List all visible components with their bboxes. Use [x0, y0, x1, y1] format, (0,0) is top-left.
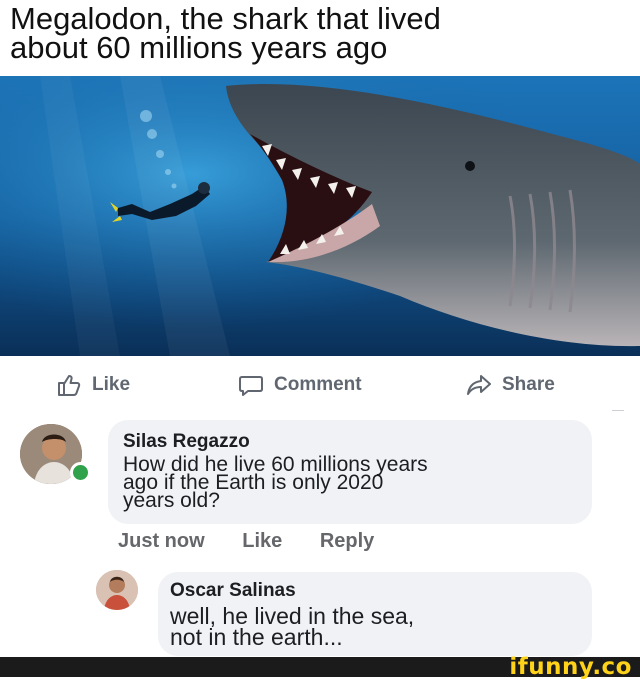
- comment-meta: Just now Like Reply: [118, 530, 406, 553]
- comment-author[interactable]: Silas Regazzo: [123, 431, 250, 453]
- share-arrow-icon: [467, 375, 491, 395]
- like-label: Like: [92, 374, 131, 395]
- divider: [612, 410, 624, 411]
- meme-caption: Megalodon, the shark that lived about 60…: [10, 1, 630, 65]
- speech-bubble-icon: [239, 376, 263, 396]
- post-actions-bar: Like Comment Share: [0, 370, 640, 402]
- like-action[interactable]: Like: [56, 370, 130, 400]
- avatar[interactable]: [96, 570, 138, 610]
- comment-label: Comment: [274, 374, 362, 395]
- comment-like-link[interactable]: Like: [242, 530, 282, 553]
- comment-text: well, he lived in the sea, not in the ea…: [170, 603, 415, 650]
- comment-author[interactable]: Oscar Salinas: [170, 580, 296, 602]
- comment-timestamp: Just now: [118, 530, 205, 552]
- comment-text: How did he live 60 millions years ago if…: [123, 453, 428, 512]
- comment-reply-link[interactable]: Reply: [320, 530, 374, 553]
- share-action[interactable]: Share: [466, 370, 555, 400]
- comment-action[interactable]: Comment: [238, 370, 362, 400]
- caption-line-2: about 60 millions years ago: [10, 30, 388, 65]
- ifunny-watermark: ifunny.co: [509, 654, 632, 680]
- share-label: Share: [502, 374, 555, 395]
- megalodon-photo: [0, 76, 640, 356]
- caption-line-1: Megalodon, the shark that lived: [10, 1, 441, 36]
- online-status-dot: [70, 462, 91, 483]
- watermark-bar: ifunny.co: [0, 654, 640, 680]
- thumbs-up-icon: [58, 375, 81, 396]
